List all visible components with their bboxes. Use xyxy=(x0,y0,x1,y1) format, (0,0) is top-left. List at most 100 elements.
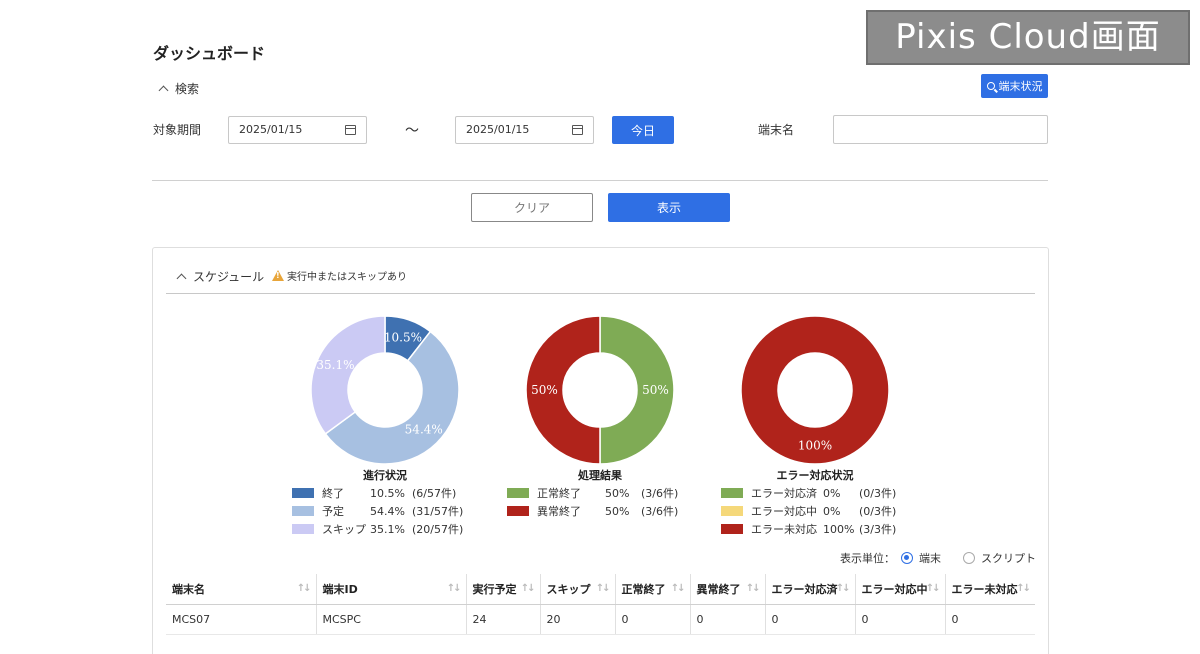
search-toggle[interactable]: 検索 xyxy=(158,80,199,97)
calendar-icon[interactable] xyxy=(572,125,583,135)
column-header[interactable]: 端末名 ↑↓ xyxy=(166,574,317,605)
donut-label-1-1: 50% xyxy=(531,383,558,397)
table-cell: 20 xyxy=(540,604,616,635)
column-header[interactable]: 実行予定 ↑↓ xyxy=(466,574,541,605)
sort-icon[interactable]: ↑↓ xyxy=(596,583,611,594)
radio-terminal-label[interactable]: 端末 xyxy=(919,550,941,566)
legend-label: 予定 xyxy=(322,505,344,518)
legend-swatch xyxy=(507,506,529,516)
result-chart-title: 処理結果 xyxy=(578,469,622,482)
date-from-input[interactable]: 2025/01/15 xyxy=(228,116,367,144)
table-header-row: 端末名 ↑↓ 端末ID ↑↓ 実行予定 ↑↓ スキップ ↑↓ 正常終了 ↑↓ 異常終了 ↑↓ エラー対応… xyxy=(166,574,1035,605)
legend-swatch xyxy=(292,506,314,516)
error-chart-title: エラー対応状況 xyxy=(776,469,854,482)
chevron-up-icon xyxy=(158,85,169,96)
progress-chart-title: 進行状況 xyxy=(363,469,407,482)
panel-divider xyxy=(166,293,1035,294)
legend-percent: 50% xyxy=(605,486,630,500)
legend-percent: 54.4% xyxy=(370,504,405,518)
legend-label: エラー対応済 xyxy=(751,487,817,500)
column-header-label: 正常終了 xyxy=(621,582,666,596)
result-legend: 正常終了 50% (3/6件) 異常終了 50% (3/6件) xyxy=(507,484,678,520)
donut-label-0-1: 54.4% xyxy=(405,423,443,437)
terminal-status-label: 端末状況 xyxy=(998,80,1043,93)
legend-label: エラー未対応 xyxy=(751,523,817,536)
calendar-icon[interactable] xyxy=(345,125,356,135)
legend-percent: 0% xyxy=(823,486,841,500)
legend-swatch xyxy=(292,488,314,498)
legend-item: 予定 54.4% (31/57件) xyxy=(292,502,463,520)
chevron-up-icon xyxy=(176,273,187,284)
sort-icon[interactable]: ↑↓ xyxy=(1016,583,1031,594)
radio-terminal[interactable] xyxy=(901,552,913,564)
table-cell: 0 xyxy=(690,604,766,635)
donut-label-0-2: 35.1% xyxy=(316,358,354,372)
legend-percent: 35.1% xyxy=(370,522,405,536)
result-donut-chart: 50% 50% xyxy=(525,315,675,465)
date-from-value: 2025/01/15 xyxy=(239,123,303,136)
table-cell: MCSPC xyxy=(316,604,467,635)
schedule-warning-text: 実行中またはスキップあり xyxy=(287,272,407,283)
show-button[interactable]: 表示 xyxy=(608,193,730,222)
watermark-banner: Pixis Cloud画面 xyxy=(866,10,1190,65)
table-cell: 0 xyxy=(945,604,1035,635)
sort-icon[interactable]: ↑↓ xyxy=(521,583,536,594)
column-header[interactable]: 正常終了 ↑↓ xyxy=(615,574,691,605)
date-range-separator: ～ xyxy=(405,123,419,139)
date-to-value: 2025/01/15 xyxy=(466,123,530,136)
schedule-warning: 実行中またはスキップあり xyxy=(272,268,407,283)
sort-icon[interactable]: ↑↓ xyxy=(746,583,761,594)
date-to-input[interactable]: 2025/01/15 xyxy=(455,116,594,144)
column-header[interactable]: エラー対応中 ↑↓ xyxy=(855,574,946,605)
legend-swatch xyxy=(721,488,743,498)
search-divider xyxy=(152,180,1048,181)
period-label: 対象期間 xyxy=(153,123,202,137)
legend-item: 正常終了 50% (3/6件) xyxy=(507,484,678,502)
sort-icon[interactable]: ↑↓ xyxy=(297,583,312,594)
legend-item: 異常終了 50% (3/6件) xyxy=(507,502,678,520)
legend-percent: 100% xyxy=(823,522,855,536)
column-header[interactable]: 異常終了 ↑↓ xyxy=(690,574,766,605)
legend-count: (3/6件) xyxy=(641,505,679,518)
table-cell: 24 xyxy=(466,604,541,635)
column-header[interactable]: 端末ID ↑↓ xyxy=(316,574,467,605)
radio-script-label[interactable]: スクリプト xyxy=(981,550,1036,566)
column-header[interactable]: スキップ ↑↓ xyxy=(540,574,616,605)
legend-count: (31/57件) xyxy=(412,505,464,518)
legend-count: (3/3件) xyxy=(859,523,897,536)
table-row[interactable]: MCS07 MCSPC 24 20 0 0 0 0 0 xyxy=(166,604,1035,635)
legend-count: (0/3件) xyxy=(859,505,897,518)
column-header-label: 端末ID xyxy=(322,582,358,596)
sort-icon[interactable]: ↑↓ xyxy=(836,583,851,594)
terminal-status-button[interactable]: 端末状況 xyxy=(981,74,1048,98)
schedule-toggle-label: スケジュール xyxy=(193,270,265,284)
legend-label: 異常終了 xyxy=(537,505,581,518)
column-header-label: 端末名 xyxy=(172,582,205,596)
column-header-label: 異常終了 xyxy=(696,582,741,596)
sort-icon[interactable]: ↑↓ xyxy=(926,583,941,594)
legend-item: スキップ 35.1% (20/57件) xyxy=(292,520,463,538)
legend-swatch xyxy=(507,488,529,498)
today-button[interactable]: 今日 xyxy=(612,116,674,144)
column-header[interactable]: エラー未対応 ↑↓ xyxy=(945,574,1035,605)
terminal-name-input[interactable] xyxy=(833,115,1048,144)
radio-script[interactable] xyxy=(963,552,975,564)
legend-label: エラー対応中 xyxy=(751,505,817,518)
table-cell: 0 xyxy=(765,604,856,635)
schedule-toggle[interactable]: スケジュール xyxy=(176,268,265,285)
table-cell: 0 xyxy=(615,604,691,635)
column-header[interactable]: エラー対応済 ↑↓ xyxy=(765,574,856,605)
legend-percent: 0% xyxy=(823,504,841,518)
legend-label: スキップ xyxy=(322,523,366,536)
column-header-label: エラー対応中 xyxy=(861,582,928,596)
terminal-name-label: 端末名 xyxy=(758,123,795,137)
clear-button[interactable]: クリア xyxy=(471,193,593,222)
legend-count: (3/6件) xyxy=(641,487,679,500)
legend-item: エラー対応済 0% (0/3件) xyxy=(721,484,896,502)
donut-slice-0-2 xyxy=(310,315,386,435)
sort-icon[interactable]: ↑↓ xyxy=(671,583,686,594)
sort-icon[interactable]: ↑↓ xyxy=(447,583,462,594)
legend-percent: 50% xyxy=(605,504,630,518)
table-cell: MCS07 xyxy=(166,604,317,635)
legend-swatch xyxy=(721,524,743,534)
